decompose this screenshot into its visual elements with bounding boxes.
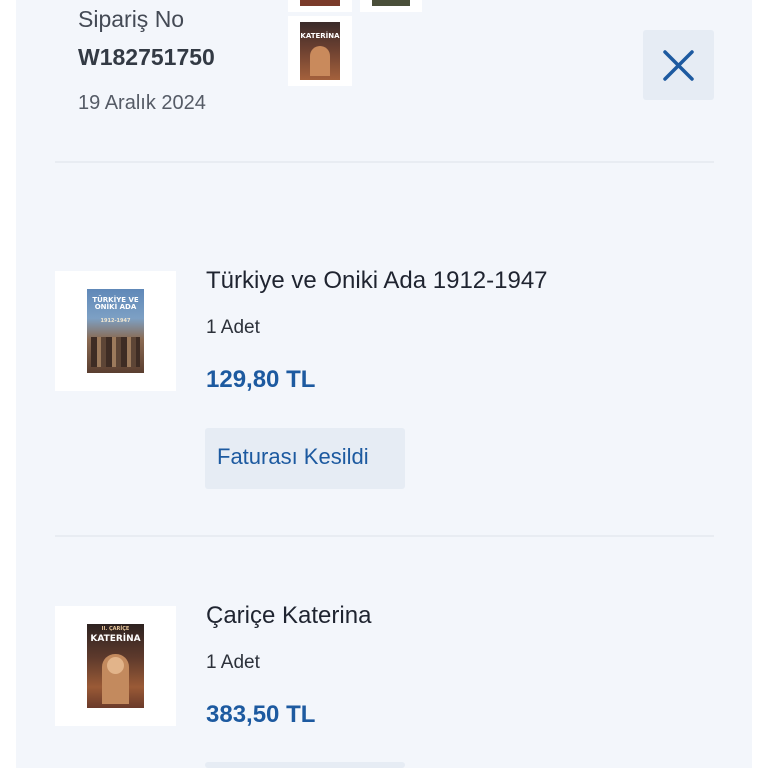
order-date: 19 Aralık 2024 — [78, 92, 206, 114]
order-number-label: Sipariş No — [78, 6, 185, 32]
order-number: W182751750 — [78, 44, 215, 70]
product-title[interactable]: Türkiye ve Oniki Ada 1912-1947 — [206, 267, 548, 295]
product-price: 129,80 TL — [206, 366, 316, 393]
order-thumbnail-3: KATERİNA — [288, 16, 352, 86]
close-icon — [663, 50, 694, 81]
product-price: 383,50 TL — [206, 701, 316, 728]
cover-subtitle-text: II. ÇARİÇE — [101, 626, 130, 632]
header-divider — [55, 161, 714, 163]
product-image[interactable]: TÜRKİYE VE ONİKİ ADA 1912-1947 — [55, 271, 176, 391]
invoice-status-button[interactable] — [205, 762, 405, 768]
product-image[interactable]: II. ÇARİÇE KATERİNA — [55, 606, 176, 726]
invoice-status-button[interactable]: Faturası Kesildi — [205, 428, 405, 489]
cover-title-text: KATERİNA — [300, 32, 340, 40]
order-detail-page: KATERİNA Sipariş No W182751750 19 Aralık… — [0, 0, 768, 768]
product-quantity: 1 Adet — [206, 652, 260, 673]
close-button[interactable] — [643, 30, 714, 100]
product-divider — [55, 535, 714, 537]
cover-title-text: KATERİNA — [90, 634, 141, 644]
book-cover: II. ÇARİÇE KATERİNA — [87, 624, 144, 708]
cover-title-text: TÜRKİYE VE ONİKİ ADA — [92, 296, 139, 311]
cover-subtitle-text: 1912-1947 — [100, 318, 131, 324]
order-thumbnail-1 — [288, 0, 352, 12]
book-cover: TÜRKİYE VE ONİKİ ADA 1912-1947 — [87, 289, 144, 373]
order-thumbnail-2 — [360, 0, 422, 12]
product-quantity: 1 Adet — [206, 317, 260, 338]
product-title[interactable]: Çariçe Katerina — [206, 602, 371, 630]
invoice-status-label: Faturası Kesildi — [217, 444, 369, 469]
